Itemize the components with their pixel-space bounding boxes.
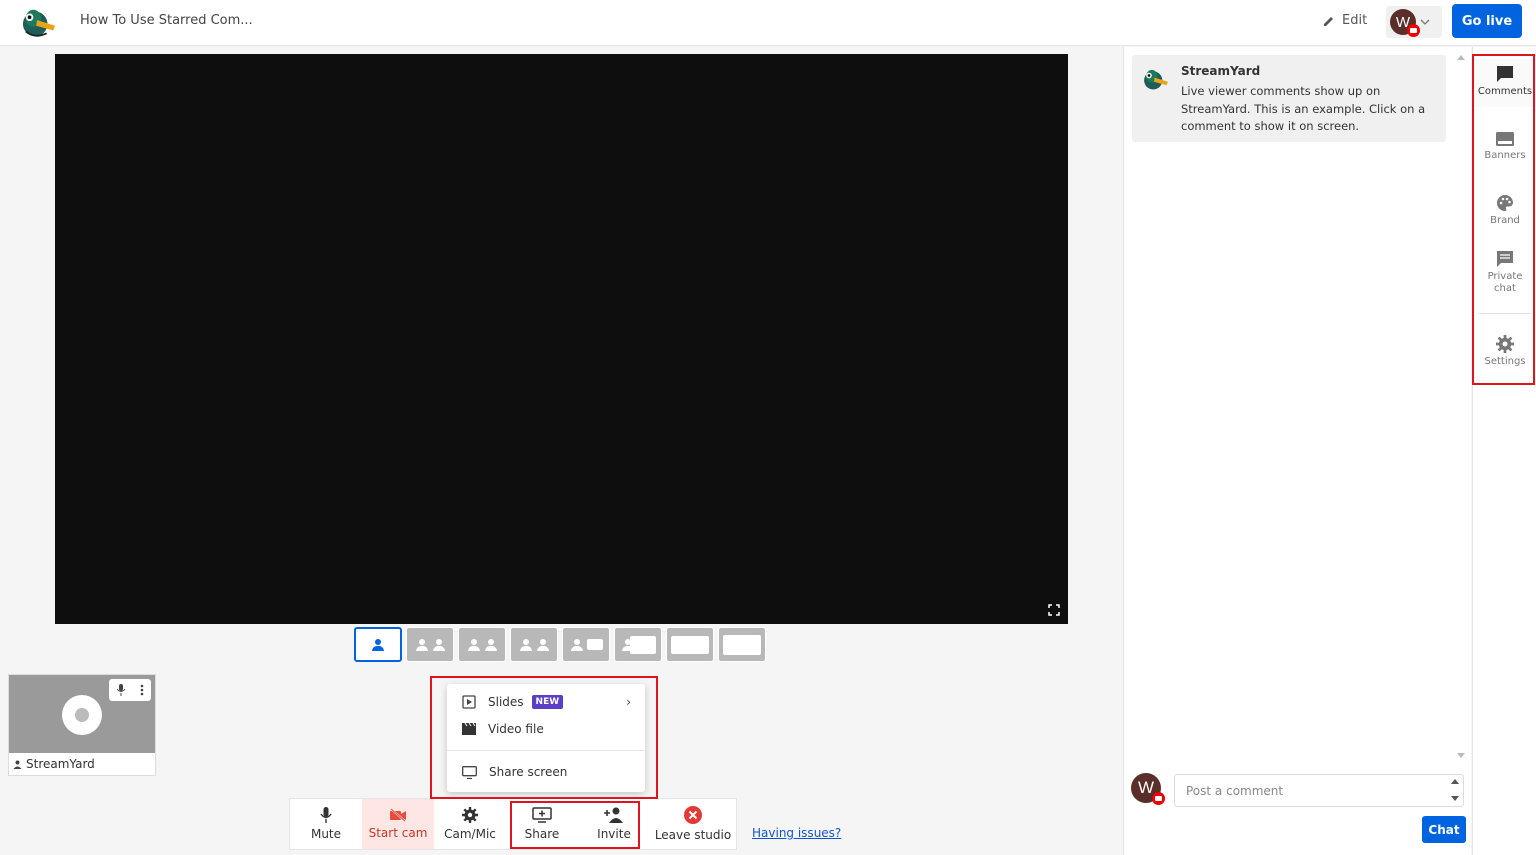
share-button[interactable]: Share	[506, 799, 578, 849]
share-label: Share	[524, 827, 560, 841]
layout-group-button[interactable]	[458, 627, 506, 662]
menu-item-video-file[interactable]: Video file	[447, 716, 645, 742]
slides-label: Slides	[488, 695, 524, 709]
stage-canvas	[55, 54, 1068, 624]
slides-icon	[462, 695, 476, 709]
comments-panel: StreamYard Live viewer comments show up …	[1123, 47, 1471, 855]
sidebar-item-comments[interactable]: Comments	[1473, 59, 1536, 107]
chevron-up-icon[interactable]	[1451, 779, 1459, 784]
chat-avatar: W	[1131, 773, 1165, 805]
mute-label: Mute	[310, 827, 342, 841]
layout-picture-button[interactable]	[614, 627, 662, 662]
layout-leader-button[interactable]	[510, 627, 558, 662]
new-badge: NEW	[531, 695, 564, 709]
close-circle-icon	[684, 806, 702, 824]
gear-icon	[462, 807, 478, 823]
comment-text: Live viewer comments show up on StreamYa…	[1181, 84, 1426, 133]
cam-mic-label: Cam/Mic	[444, 827, 496, 841]
start-cam-button[interactable]: Start cam	[362, 799, 434, 849]
layout-screen-button[interactable]	[666, 627, 714, 662]
sidebar-item-label: Comments	[1477, 86, 1533, 97]
clapperboard-icon	[462, 723, 476, 735]
edit-button[interactable]: Edit	[1322, 13, 1367, 28]
leave-studio-label: Leave studio	[654, 828, 732, 842]
comment-input[interactable]	[1174, 774, 1464, 807]
sidebar-divider	[1479, 313, 1531, 314]
sidebar-item-label: Private chat	[1487, 271, 1523, 294]
avatar: W	[1131, 773, 1165, 805]
sidebar-item-brand[interactable]: Brand	[1473, 194, 1536, 227]
gear-icon	[1496, 335, 1514, 353]
streamyard-logo	[1144, 69, 1168, 90]
sidebar-item-label: Brand	[1490, 215, 1520, 226]
comment-icon	[1497, 66, 1513, 82]
top-bar: How To Use Starred Com... Edit W Go live	[0, 0, 1536, 46]
invite-label: Invite	[597, 827, 631, 841]
comment-input-spinner[interactable]	[1446, 775, 1464, 806]
youtube-icon	[1407, 24, 1420, 37]
sidebar-item-banners[interactable]: Banners	[1473, 131, 1536, 162]
sidebar-item-label: Banners	[1484, 150, 1526, 161]
youtube-icon	[1152, 792, 1165, 805]
palette-icon	[1497, 195, 1513, 211]
streamyard-logo[interactable]	[20, 5, 58, 39]
participant-name: StreamYard	[26, 757, 95, 771]
more-options-icon[interactable]	[140, 684, 144, 696]
edit-label: Edit	[1342, 13, 1368, 28]
sidebar-item-label: Settings	[1484, 356, 1526, 367]
chat-icon	[1497, 251, 1513, 267]
share-menu: Slides NEW › Video file Share screen	[447, 684, 645, 792]
fullscreen-icon[interactable]	[1048, 604, 1060, 616]
banner-icon	[1496, 132, 1514, 146]
studio-controls: Mute Start cam Cam/Mic Share Invite Leav…	[289, 798, 737, 850]
layout-selector	[354, 627, 766, 662]
video-file-label: Video file	[488, 722, 544, 736]
having-issues-link[interactable]: Having issues?	[752, 826, 841, 840]
microphone-icon	[320, 807, 332, 823]
account-menu[interactable]: W	[1386, 6, 1442, 38]
right-sidebar: Comments Banners Brand Private chat Sett…	[1472, 47, 1536, 855]
start-cam-label: Start cam	[368, 826, 428, 840]
cam-mic-button[interactable]: Cam/Mic	[434, 799, 506, 849]
monitor-icon	[462, 765, 477, 779]
camera-off-icon	[390, 808, 406, 822]
menu-divider	[447, 750, 645, 751]
menu-item-share-screen[interactable]: Share screen	[447, 759, 645, 785]
chevron-right-icon: ›	[626, 695, 631, 709]
participant-tile[interactable]: StreamYard	[8, 674, 156, 776]
sidebar-item-private-chat[interactable]: Private chat	[1473, 250, 1536, 295]
participant-name-row: StreamYard	[9, 753, 155, 775]
sidebar-item-settings[interactable]: Settings	[1473, 335, 1536, 368]
comments-scrollbar[interactable]	[1454, 47, 1468, 767]
scroll-down-icon[interactable]	[1457, 753, 1465, 758]
comment-card[interactable]: StreamYard Live viewer comments show up …	[1132, 55, 1446, 142]
person-icon	[13, 760, 22, 769]
chat-button[interactable]: Chat	[1422, 816, 1466, 843]
invite-button[interactable]: Invite	[578, 799, 650, 849]
chevron-down-icon	[1420, 19, 1430, 25]
stream-title[interactable]: How To Use Starred Com...	[80, 13, 253, 28]
menu-item-slides[interactable]: Slides NEW ›	[447, 689, 645, 715]
share-screen-icon	[532, 807, 552, 823]
scroll-up-icon[interactable]	[1457, 55, 1465, 60]
layout-cropped-button[interactable]	[562, 627, 610, 662]
add-person-icon	[604, 807, 623, 823]
share-screen-label: Share screen	[489, 765, 568, 779]
participant-video	[9, 675, 155, 753]
chevron-down-icon[interactable]	[1451, 796, 1459, 801]
go-live-button[interactable]: Go live	[1452, 4, 1522, 38]
avatar: W	[1390, 9, 1420, 37]
layout-solo-button[interactable]	[354, 627, 402, 662]
layout-fullscreen-button[interactable]	[718, 627, 766, 662]
leave-studio-button[interactable]: Leave studio	[650, 799, 736, 849]
microphone-icon[interactable]	[116, 684, 126, 696]
participant-controls	[109, 679, 151, 701]
pencil-icon	[1324, 16, 1333, 26]
layout-thin-button[interactable]	[406, 627, 454, 662]
comment-author: StreamYard	[1181, 64, 1261, 78]
participant-avatar	[62, 695, 102, 735]
mute-button[interactable]: Mute	[290, 799, 362, 849]
